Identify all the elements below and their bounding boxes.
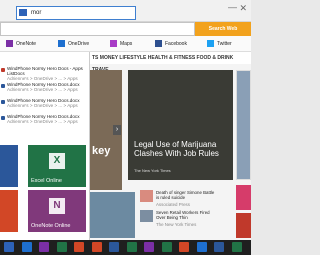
suggestion-title: WindPhone Norrsy Hero Docs - Apps ListDo…	[7, 66, 83, 77]
hero-title[interactable]: Legal Use of Marijuana Clashes With Job …	[134, 140, 234, 158]
tile-label: OneNote Online	[31, 223, 71, 229]
powerpoint-online-tile[interactable]	[0, 190, 18, 232]
side-news-image[interactable]	[236, 70, 251, 180]
taskbar-app-icon[interactable]	[161, 242, 172, 252]
search-input[interactable]	[0, 22, 195, 36]
taskbar-app-icon[interactable]	[91, 242, 102, 252]
side-tile[interactable]	[236, 185, 251, 210]
hero-prev-text: key	[92, 145, 111, 157]
tile-label: Excel Online	[31, 178, 62, 184]
excel-icon: X	[49, 152, 65, 169]
hero-image[interactable]	[128, 70, 233, 180]
search-web-button[interactable]: Search Web	[195, 22, 251, 36]
suggestion-path: Adrienne's > OneDrive > ... > Apps	[7, 103, 78, 109]
taskbar-app-icon[interactable]	[179, 242, 189, 252]
taskbar-app-icon[interactable]	[4, 242, 14, 252]
quick-link-label: Facebook	[165, 41, 187, 47]
minimize-icon[interactable]: —	[228, 2, 237, 12]
taskbar-app-icon[interactable]	[74, 242, 84, 252]
story-title[interactable]: Seven Retail Workers Fired Over Being Th…	[156, 210, 216, 220]
suggestion-item[interactable]: WindPhone Norrsy Hero Docs - Apps ListDo…	[0, 66, 90, 82]
story-image[interactable]	[90, 192, 135, 238]
taskbar-app-icon[interactable]	[56, 242, 67, 252]
carousel-next-button[interactable]: ›	[113, 125, 121, 135]
suggestion-item[interactable]: WindPhone Norrsy Hero Docs.docx Adrienne…	[0, 114, 90, 130]
story-source: Associated Press	[156, 202, 190, 207]
word-doc-icon	[1, 84, 5, 88]
quick-link-onenote[interactable]: OneNote	[6, 38, 36, 50]
taskbar-app-icon[interactable]	[21, 242, 32, 252]
twitter-icon	[207, 40, 214, 47]
quick-link-label: Maps	[120, 41, 133, 47]
facebook-icon	[155, 40, 162, 47]
taskbar-app-icon[interactable]	[231, 242, 242, 252]
hero-source: The New York Times	[134, 168, 171, 173]
excel-online-tile[interactable]: X Excel Online	[28, 145, 86, 187]
taskbar-app-icon[interactable]	[144, 242, 154, 252]
taskbar-app-icon[interactable]	[109, 242, 119, 252]
taskbar-app-icon[interactable]	[126, 242, 137, 252]
story-thumbnail[interactable]	[140, 210, 153, 222]
quick-link-onedrive[interactable]: OneDrive	[58, 38, 89, 50]
story-source: The New York Times	[156, 222, 197, 227]
quick-link-twitter[interactable]: Twitter	[207, 38, 232, 50]
taskbar-app-icon[interactable]	[196, 242, 207, 252]
word-doc-icon	[1, 100, 5, 104]
quick-link-label: OneNote	[16, 41, 37, 47]
site-icon	[19, 9, 27, 16]
side-tile[interactable]	[236, 213, 251, 238]
close-icon[interactable]: ✕	[239, 3, 247, 14]
word-doc-icon	[1, 68, 5, 72]
suggestion-path: Adrienne's > OneDrive > ... > Apps	[7, 76, 78, 82]
onenote-online-tile[interactable]: N OneNote Online	[28, 190, 86, 232]
suggestion-item[interactable]: WindPhone Norrsy Hero Docs.docx Adrienne…	[0, 98, 90, 114]
onenote-icon: N	[49, 197, 65, 214]
quick-link-label: Twitter	[217, 41, 232, 47]
taskbar-app-icon[interactable]	[214, 242, 224, 252]
story-title[interactable]: Death of singer Simone Battle is ruled s…	[156, 190, 216, 200]
suggestion-path: Adrienne's > OneDrive > ... > Apps	[7, 119, 78, 125]
quick-link-facebook[interactable]: Facebook	[155, 38, 187, 50]
story-thumbnail[interactable]	[140, 190, 153, 202]
onedrive-icon	[58, 40, 65, 47]
word-online-tile[interactable]	[0, 145, 18, 187]
maps-icon	[110, 40, 117, 47]
suggestion-item[interactable]: WindPhone Norrsy Hero Docs.docx Adrienne…	[0, 82, 90, 98]
taskbar-app-icon[interactable]	[39, 242, 49, 252]
suggestion-path: Adrienne's > OneDrive > ... > Apps	[7, 87, 78, 93]
quick-link-maps[interactable]: Maps	[110, 38, 132, 50]
quick-link-label: OneDrive	[68, 41, 90, 47]
news-category-nav[interactable]: TS MONEY LIFESTYLE HEALTH & FITNESS FOOD…	[90, 52, 251, 73]
address-input[interactable]: mor	[16, 6, 136, 20]
word-doc-icon	[1, 116, 5, 120]
onenote-icon	[6, 40, 13, 47]
